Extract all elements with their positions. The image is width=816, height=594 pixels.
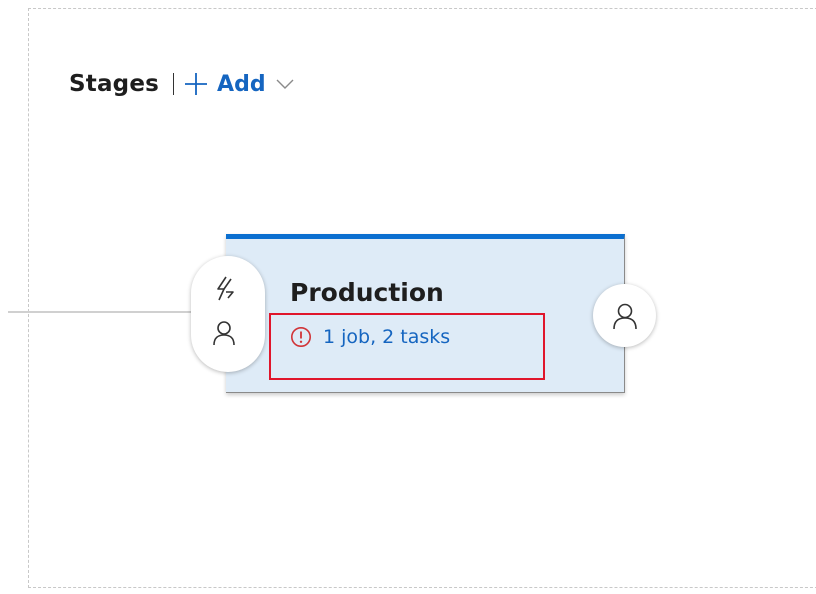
stage-tasks-link[interactable]: 1 job, 2 tasks [290,326,450,348]
stage-tasks-summary: 1 job, 2 tasks [323,326,451,348]
chevron-down-icon[interactable] [276,78,294,90]
header-divider [173,73,175,95]
artifact-connector-line [8,311,198,313]
add-stage-label: Add [217,71,266,97]
stages-title: Stages [69,71,160,97]
release-pipeline-canvas: Stages Add Production 1 job, 2 tasks [0,0,816,594]
stage-card-production[interactable] [226,234,625,393]
person-icon [613,303,637,330]
plus-icon [185,73,208,95]
lightning-icon[interactable] [211,275,237,303]
pre-deployment-conditions [191,256,265,372]
person-icon[interactable] [212,320,236,346]
stages-header: Stages Add [69,66,294,102]
stage-name[interactable]: Production [290,278,444,307]
error-circle-icon [291,327,311,347]
add-stage-button[interactable]: Add [184,72,294,97]
